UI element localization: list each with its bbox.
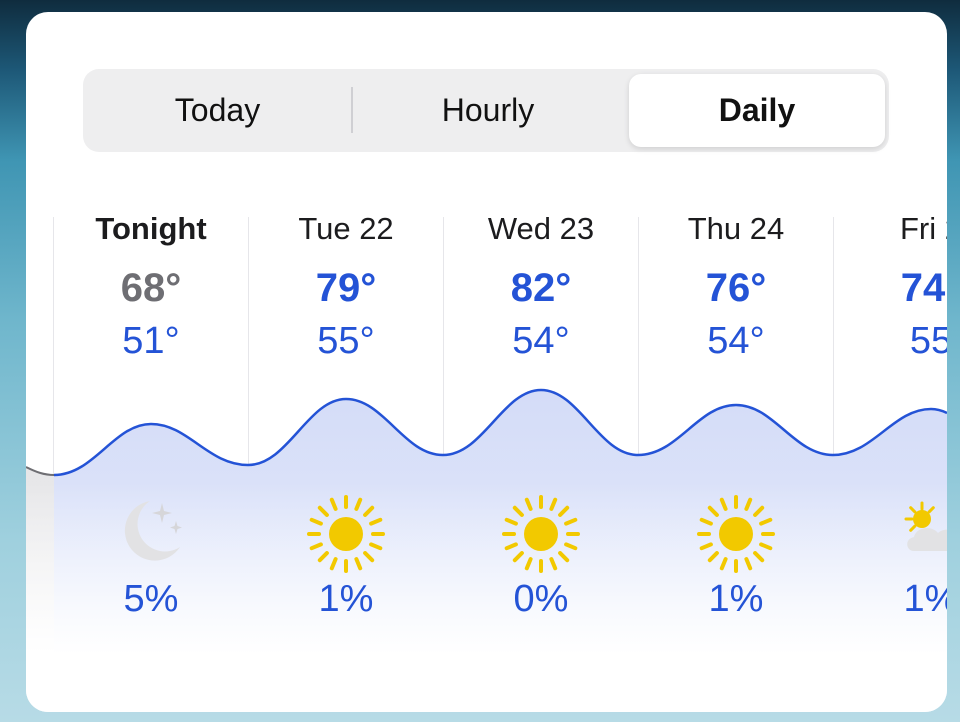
low-temp: 51° <box>122 320 180 362</box>
day-label: Wed 23 <box>487 211 595 246</box>
partly-cloudy-icon <box>904 501 947 551</box>
high-temp: 74° <box>900 266 947 310</box>
day-column-tue[interactable]: Tue 22 79° 55° 1% <box>248 12 444 712</box>
day-column-fri[interactable]: Fri 2 74° 55 1% <box>833 12 947 712</box>
high-temp: 79° <box>315 266 377 310</box>
day-label: Fri 2 <box>900 211 947 246</box>
sun-icon <box>502 495 580 573</box>
high-temp: 82° <box>510 266 572 310</box>
sun-icon <box>307 495 385 573</box>
day-label: Tue 22 <box>298 211 394 246</box>
daily-forecast-card: Today Hourly Daily Tonight 68° 51° 5% Tu… <box>26 12 947 712</box>
high-temp: 76° <box>705 266 767 310</box>
high-temp: 68° <box>120 266 182 310</box>
precip-chance: 1% <box>318 578 374 620</box>
day-column-tonight[interactable]: Tonight 68° 51° 5% <box>53 12 249 712</box>
low-temp: 55 <box>909 320 947 362</box>
precip-chance: 0% <box>513 578 569 620</box>
low-temp: 54° <box>707 320 765 362</box>
day-column-wed[interactable]: Wed 23 82° 54° 0% <box>443 12 639 712</box>
low-temp: 54° <box>512 320 570 362</box>
precip-chance: 1% <box>903 578 947 620</box>
precip-chance: 5% <box>123 578 179 620</box>
day-label: Thu 24 <box>687 211 785 246</box>
day-column-thu[interactable]: Thu 24 76° 54° 1% <box>638 12 834 712</box>
past-temperature-area <box>26 467 54 712</box>
moon-stars-icon <box>124 501 182 561</box>
low-temp: 55° <box>317 320 375 362</box>
precip-chance: 1% <box>708 578 764 620</box>
sun-icon <box>697 495 775 573</box>
day-label: Tonight <box>95 211 207 246</box>
